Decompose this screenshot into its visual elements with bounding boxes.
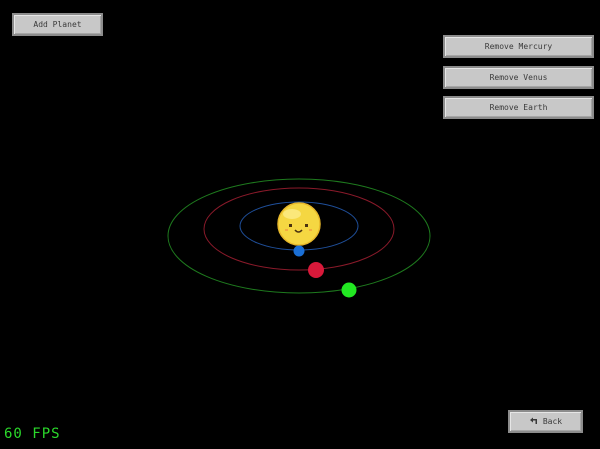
sun-left-cheek (285, 229, 288, 231)
earth-planet[interactable] (341, 282, 357, 298)
sun-right-eye (305, 224, 308, 227)
sun-right-cheek (309, 229, 312, 231)
remove-mercury-button[interactable]: Remove Mercury (443, 35, 594, 58)
sun (277, 202, 321, 246)
remove-earth-button[interactable]: Remove Earth (443, 96, 594, 119)
back-arrow-icon (529, 417, 537, 424)
mercury-planet[interactable] (293, 245, 305, 257)
venus-planet[interactable] (308, 262, 324, 278)
fps-counter: 60 FPS (4, 426, 61, 442)
back-button[interactable]: Back (508, 410, 583, 433)
game-screen: Add Planet Remove Mercury Remove Venus R… (0, 0, 600, 449)
back-button-label: Back (542, 417, 563, 426)
sun-left-eye (289, 224, 292, 227)
remove-venus-button[interactable]: Remove Venus (443, 66, 594, 89)
add-planet-button[interactable]: Add Planet (12, 13, 103, 36)
